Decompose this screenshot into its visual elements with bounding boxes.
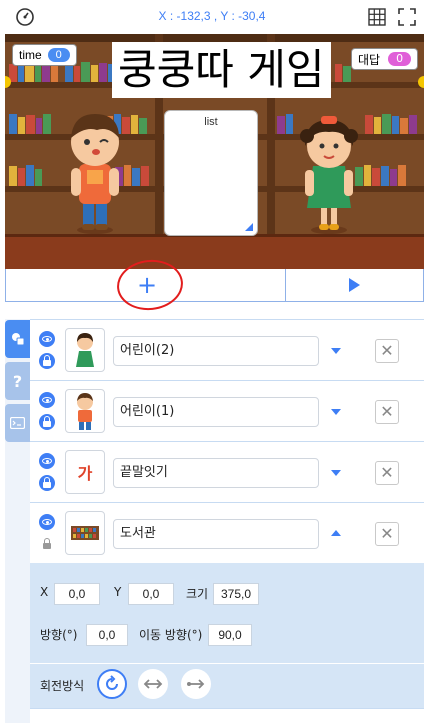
object-thumbnail: [65, 389, 105, 433]
object-thumbnail: [65, 511, 105, 555]
object-list: 어린이(2) ✕ 어린이(1) ✕ 가 끝말잇기 ✕ 도서관 ✕: [30, 319, 424, 564]
rotate-horizontal-button[interactable]: [138, 669, 168, 699]
boy-thumbnail-icon: [77, 393, 93, 430]
fullscreen-icon[interactable]: [398, 8, 416, 26]
time-variable-label: time: [19, 48, 42, 62]
object-name-field[interactable]: 어린이(2): [113, 336, 319, 366]
stage-action-bar: +: [5, 269, 424, 302]
girl-thumbnail-icon: [76, 333, 94, 367]
lock-icon[interactable]: [39, 414, 55, 430]
stage-toolbar: X : -132,3 , Y : -30,4: [0, 0, 424, 34]
eye-icon[interactable]: [39, 331, 55, 347]
chevron-down-icon[interactable]: [331, 470, 341, 476]
lock-icon[interactable]: [39, 475, 55, 491]
answer-variable-label: 대답: [358, 52, 381, 67]
lock-icon[interactable]: [39, 353, 55, 369]
answer-variable-monitor[interactable]: 대답 0: [351, 48, 419, 70]
delete-object-button[interactable]: ✕: [375, 339, 399, 363]
lock-icon[interactable]: [39, 536, 55, 552]
left-right-arrow-icon: [143, 679, 163, 689]
x-label: X: [40, 585, 49, 599]
side-tabs: ?: [5, 319, 30, 723]
rotation-method-label: 회전방식: [40, 679, 85, 693]
y-input[interactable]: 0,0: [128, 583, 174, 605]
list-monitor[interactable]: list: [164, 110, 258, 236]
object-thumbnail: [65, 328, 105, 372]
library-thumbnail-icon: [71, 526, 99, 540]
chevron-down-icon[interactable]: [331, 348, 341, 354]
stage-canvas[interactable]: time 0 대답 0 쿵쿵따 게임 list: [5, 34, 424, 269]
app-root: X : -132,3 , Y : -30,4 time 0 대답 0 쿵쿵따 게…: [0, 0, 424, 723]
object-thumbnail: 가: [65, 450, 105, 494]
objects-tab[interactable]: [5, 320, 30, 358]
console-tab[interactable]: [5, 404, 30, 442]
object-name-field[interactable]: 어린이(1): [113, 397, 319, 427]
move-direction-input[interactable]: 90,0: [208, 624, 252, 646]
stage-handle-right[interactable]: [418, 76, 424, 88]
object-row[interactable]: 어린이(1) ✕: [30, 381, 424, 442]
size-input[interactable]: 375,0: [213, 583, 259, 605]
object-name-field[interactable]: 끝말잇기: [113, 458, 319, 488]
game-title-text[interactable]: 쿵쿵따 게임: [112, 42, 331, 98]
time-variable-value: 0: [47, 48, 70, 62]
rotate-none-button[interactable]: [181, 669, 211, 699]
object-name-field[interactable]: 도서관: [113, 519, 319, 549]
size-label: 크기: [186, 587, 209, 601]
chevron-down-icon[interactable]: [331, 409, 341, 415]
time-variable-monitor[interactable]: time 0: [12, 44, 77, 66]
panel-bottom: [30, 708, 424, 723]
help-tab[interactable]: ?: [5, 362, 30, 400]
delete-object-button[interactable]: ✕: [375, 522, 399, 546]
delete-object-button[interactable]: ✕: [375, 400, 399, 424]
answer-variable-value: 0: [388, 52, 412, 66]
eye-icon[interactable]: [39, 392, 55, 408]
object-row-selected[interactable]: 도서관 ✕: [30, 503, 424, 564]
chevron-up-icon[interactable]: [331, 530, 341, 536]
text-thumbnail: 가: [77, 464, 93, 483]
object-properties-panel: X 0,0 Y 0,0 크기 375,0 방향(°) 0,0 이동 방향(°) …: [30, 563, 424, 663]
eye-icon[interactable]: [39, 453, 55, 469]
delete-object-button[interactable]: ✕: [375, 461, 399, 485]
grid-icon[interactable]: [368, 8, 386, 26]
object-row[interactable]: 가 끝말잇기 ✕: [30, 442, 424, 503]
y-label: Y: [114, 585, 122, 599]
objects-icon: [11, 333, 24, 346]
mouse-coordinates: X : -132,3 , Y : -30,4: [158, 9, 266, 23]
direction-label: 방향(°): [40, 628, 78, 642]
eye-icon[interactable]: [39, 514, 55, 530]
rotate-free-button[interactable]: [97, 669, 127, 699]
play-icon[interactable]: [349, 278, 360, 292]
object-row[interactable]: 어린이(2) ✕: [30, 320, 424, 381]
console-icon: [10, 417, 25, 429]
question-icon: ?: [12, 371, 23, 391]
no-rotate-icon: [187, 679, 205, 689]
list-title: list: [204, 116, 218, 128]
list-resize-handle[interactable]: [245, 223, 253, 231]
direction-input[interactable]: 0,0: [86, 624, 128, 646]
move-direction-label: 이동 방향(°): [139, 628, 203, 642]
rotate-icon: [106, 675, 118, 690]
rotation-method-row: 회전방식: [30, 663, 424, 708]
x-input[interactable]: 0,0: [54, 583, 100, 605]
